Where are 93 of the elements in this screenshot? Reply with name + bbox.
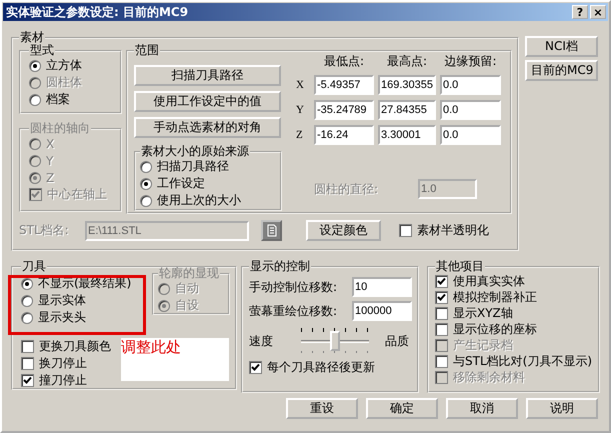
dialog-button[interactable]: 取消 xyxy=(446,398,518,419)
option-label: 显示实体 xyxy=(38,292,86,309)
text-field[interactable]: 10 xyxy=(352,277,412,297)
option-label: 圆柱体 xyxy=(46,74,82,91)
checkbox-label: 显示XYZ轴 xyxy=(453,304,513,322)
checkbox-label: 换刀停止 xyxy=(39,355,87,372)
checkbox-label: 移除剩余材料 xyxy=(453,368,525,386)
text-field[interactable]: 0.0 xyxy=(440,100,501,120)
text-field[interactable]: 0.0 xyxy=(440,75,501,95)
dialog-button[interactable]: 重设 xyxy=(286,398,358,419)
axis-label: Z xyxy=(296,129,304,141)
checkbox[interactable] xyxy=(399,224,412,237)
option-label: X xyxy=(46,136,54,150)
checkbox[interactable] xyxy=(21,374,34,387)
help-button[interactable]: ? xyxy=(572,5,588,19)
group-title: 显示的控制 xyxy=(249,260,311,273)
slider-label: 速度 xyxy=(249,332,273,350)
dialog-button[interactable]: 手动点选素材的对角 xyxy=(134,117,281,138)
checkbox-label: 产生记录档 xyxy=(453,336,513,354)
checkbox[interactable] xyxy=(435,322,448,336)
field-label: 萤幕重绘位移数: xyxy=(249,302,338,320)
group-title: 素材 xyxy=(19,31,45,44)
browse-button[interactable] xyxy=(261,220,282,241)
group-title: 轮廓的显现 xyxy=(158,267,220,280)
column-header: 最低点: xyxy=(322,53,366,70)
text-field[interactable]: -35.24789 xyxy=(314,100,374,120)
field-label: 手动控制位移数: xyxy=(249,278,338,296)
text-field[interactable]: 3.30001 xyxy=(378,125,436,145)
group-title: 范围 xyxy=(134,44,160,57)
dialog-button[interactable]: 目前的MC9 xyxy=(525,60,598,81)
checkbox-label: 素材半透明化 xyxy=(417,222,489,239)
radio-button[interactable] xyxy=(140,160,152,172)
checkbox[interactable] xyxy=(435,306,448,320)
text-field[interactable]: 100000 xyxy=(352,301,412,321)
option-label: 扫描刀具路径 xyxy=(157,158,229,175)
axis-label: Y xyxy=(296,104,305,116)
option-label: Y xyxy=(46,154,54,168)
group-title: 素材大小的原始来源 xyxy=(140,145,250,158)
radio-button[interactable] xyxy=(140,194,152,206)
slider-thumb[interactable] xyxy=(330,331,340,351)
radio-button[interactable] xyxy=(29,60,41,72)
checkbox[interactable] xyxy=(21,340,34,353)
dialog-button[interactable]: 使用工作设定中的值 xyxy=(134,91,281,112)
option-label: 档案 xyxy=(46,91,70,108)
option-label: Z xyxy=(46,170,54,184)
axis-label: X xyxy=(296,79,305,91)
group-title: 刀具 xyxy=(21,260,47,273)
close-button[interactable]: × xyxy=(590,5,606,19)
option-label: 自设 xyxy=(175,297,199,314)
text-field[interactable]: -5.49357 xyxy=(314,75,374,95)
option-label: 显示夹头 xyxy=(38,309,86,326)
checkbox[interactable] xyxy=(435,290,448,304)
window-title: 实体验证之参数设定: 目前的MC9 xyxy=(6,4,188,20)
group-title: 型式 xyxy=(29,44,55,57)
text-field[interactable]: -16.24 xyxy=(314,125,374,145)
radio-button[interactable] xyxy=(21,312,33,324)
text-field[interactable]: 0.0 xyxy=(440,125,501,145)
text-field[interactable]: 169.30355 xyxy=(378,75,436,95)
field-label: 圆柱的直径: xyxy=(314,180,378,198)
checkbox-label: 撞刀停止 xyxy=(39,372,87,389)
dialog-button[interactable]: 设定颜色 xyxy=(306,220,381,241)
checkbox-label: 更换刀具颜色 xyxy=(39,338,111,355)
checkbox-label: 模拟控制器补正 xyxy=(453,288,537,306)
column-header: 边缘预留: xyxy=(443,53,498,70)
dialog-button[interactable]: NCI档 xyxy=(525,36,598,57)
checkbox[interactable] xyxy=(435,354,448,368)
option-label: 工作设定 xyxy=(157,175,205,192)
checkbox[interactable] xyxy=(21,357,34,370)
option-label: 立方体 xyxy=(46,57,82,74)
checkbox[interactable] xyxy=(435,274,448,288)
checkbox-label: 使用真实实体 xyxy=(453,272,525,290)
field-label: STL档名: xyxy=(19,222,70,239)
group-title: 其他项目 xyxy=(435,260,485,273)
document-icon xyxy=(266,224,276,237)
radio-button[interactable] xyxy=(21,294,33,306)
annotation-note: 调整此处 xyxy=(121,338,229,381)
dialog-button[interactable]: 扫描刀具路径 xyxy=(134,65,281,86)
dialog-button[interactable]: 确定 xyxy=(366,398,438,419)
radio-button[interactable] xyxy=(29,94,41,106)
checkbox-label: 与STL档比对(刀具不显示) xyxy=(453,352,592,370)
checkbox-label: 显示位移的座标 xyxy=(453,320,537,338)
text-field[interactable]: 27.84355 xyxy=(378,100,436,120)
option-label: 自动 xyxy=(175,280,199,297)
checkbox-label: 每个刀具路径後更新 xyxy=(267,359,375,376)
slider-label: 品质 xyxy=(385,332,409,350)
radio-button[interactable] xyxy=(140,178,152,190)
checkbox[interactable] xyxy=(249,361,262,374)
dialog-button[interactable]: 说明 xyxy=(526,398,598,419)
column-header: 最高点: xyxy=(386,53,428,70)
group-title: 圆柱的轴向 xyxy=(29,122,91,135)
radio-button[interactable] xyxy=(21,278,33,290)
checkbox-label: 中心在轴上 xyxy=(47,186,107,203)
option-label: 使用上次的大小 xyxy=(157,192,241,209)
